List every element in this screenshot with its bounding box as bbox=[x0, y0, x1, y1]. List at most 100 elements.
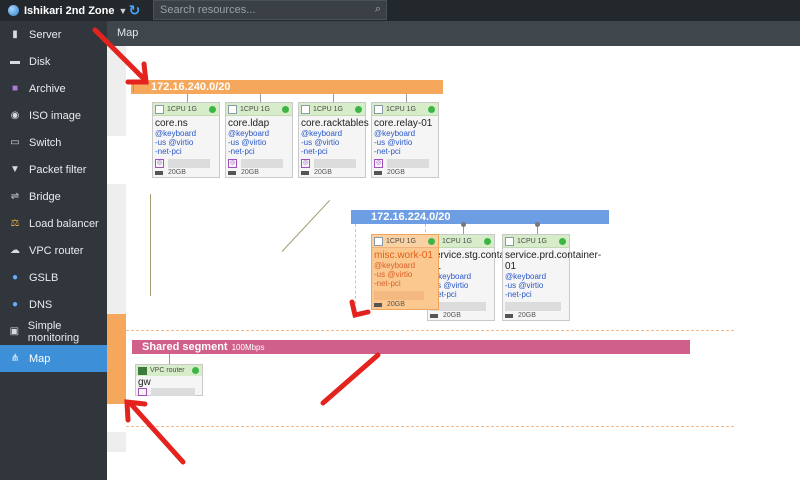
segment-bar[interactable]: 172.16.240.0/20 bbox=[131, 80, 443, 94]
disk-size: 20GB bbox=[387, 301, 405, 308]
server-icon bbox=[505, 236, 514, 246]
disk-icon bbox=[505, 313, 513, 318]
lane-strip bbox=[107, 46, 126, 136]
server-tag: -us @virtio bbox=[155, 138, 194, 147]
server-tag: -net-pci bbox=[301, 147, 328, 156]
server-name: core.relay-01 bbox=[374, 118, 433, 129]
server-spec: 1CPU 1G bbox=[167, 105, 197, 113]
sidebar-item-simple-monitoring[interactable]: ▣ Simple monitoring bbox=[0, 318, 107, 345]
zone-label: Ishikari 2nd Zone bbox=[24, 4, 115, 17]
server-tag: -us @virtio bbox=[505, 281, 544, 290]
server-disk: 20GB bbox=[372, 300, 438, 309]
lane-strip bbox=[107, 432, 126, 452]
server-media: ◎ bbox=[301, 158, 363, 168]
link-line bbox=[150, 194, 151, 296]
server-icon bbox=[155, 104, 164, 114]
connector-line bbox=[406, 94, 407, 102]
server-spec: 1CPU 1G bbox=[386, 237, 416, 245]
segment-bar[interactable]: 172.16.224.0/20 bbox=[351, 210, 609, 224]
status-dot-icon bbox=[355, 106, 362, 113]
server-card[interactable]: 1CPU 1G core.ldap @keyboard -us @virtio … bbox=[225, 102, 293, 178]
sidebar-item-label: VPC router bbox=[29, 244, 84, 257]
sidebar-item-vpc-router[interactable]: ☁ VPC router bbox=[0, 237, 107, 264]
server-icon bbox=[228, 104, 237, 114]
network-map[interactable]: 172.16.240.0/20 1CPU 1G core.ns @keyboar… bbox=[107, 46, 800, 480]
connector-line bbox=[169, 354, 170, 364]
server-tag: -us @virtio bbox=[374, 138, 413, 147]
shared-segment-bar[interactable]: Shared segment 100Mbps bbox=[132, 340, 690, 354]
vpc-router-card[interactable]: VPC router gw bbox=[135, 364, 203, 396]
zone-selector[interactable]: Ishikari 2nd Zone ▼ bbox=[8, 3, 127, 18]
connector-line bbox=[187, 94, 188, 102]
guide-line bbox=[355, 224, 356, 304]
search-icon[interactable]: ⌕ bbox=[375, 3, 381, 16]
refresh-icon[interactable]: ↻ bbox=[126, 2, 143, 19]
load-balancer-icon: ⚖ bbox=[10, 218, 20, 229]
server-spec: 1CPU 1G bbox=[240, 105, 270, 113]
redacted-block bbox=[151, 388, 195, 396]
sidebar-item-label: ISO image bbox=[29, 109, 81, 122]
sidebar-item-label: Map bbox=[29, 352, 51, 365]
redacted-block bbox=[505, 301, 561, 311]
search-input[interactable]: Search resources... ⌕ bbox=[153, 0, 387, 20]
guide-line bbox=[126, 426, 734, 427]
connector-line bbox=[260, 94, 261, 102]
connector-knob bbox=[461, 222, 466, 227]
server-disk: 20GB bbox=[299, 168, 365, 177]
router-spec: VPC router bbox=[150, 367, 185, 374]
server-tag: @keyboard bbox=[228, 129, 270, 138]
segment-label: 172.16.240.0/20 bbox=[151, 81, 231, 93]
spec-bar: 1CPU 1G bbox=[299, 103, 365, 116]
sidebar-item-switch[interactable]: ▭ Switch bbox=[0, 129, 107, 156]
cdrom-icon: ◎ bbox=[228, 158, 237, 168]
segment-bandwidth: 100Mbps bbox=[231, 343, 265, 352]
status-dot-icon bbox=[428, 106, 435, 113]
server-spec: 1CPU 1G bbox=[442, 237, 472, 245]
sidebar-item-iso-image[interactable]: ◉ ISO image bbox=[0, 102, 107, 129]
disk-icon bbox=[374, 302, 382, 307]
disk-size: 20GB bbox=[387, 169, 405, 176]
sidebar-item-load-balancer[interactable]: ⚖ Load balancer bbox=[0, 210, 107, 237]
server-name: core.ldap bbox=[228, 118, 270, 129]
monitoring-icon: ▣ bbox=[9, 326, 20, 337]
disk-size: 20GB bbox=[314, 169, 332, 176]
segment-label: Shared segment bbox=[142, 341, 228, 353]
page-title-bar: Map bbox=[107, 21, 800, 46]
server-card-selected[interactable]: 1CPU 1G misc.work-01 @keyboard -us @virt… bbox=[371, 234, 439, 310]
server-card[interactable]: 1CPU 1G core.ns @keyboard -us @virtio -n… bbox=[152, 102, 220, 178]
sidebar-item-map[interactable]: ⋔ Map bbox=[0, 345, 107, 372]
server-tag: -us @virtio bbox=[374, 270, 413, 279]
sidebar-item-label: Packet filter bbox=[29, 163, 87, 176]
globe-icon bbox=[8, 5, 19, 16]
sidebar-item-packet-filter[interactable]: ▼ Packet filter bbox=[0, 156, 107, 183]
disk-icon: ▬ bbox=[10, 56, 20, 67]
server-disk: 20GB bbox=[372, 168, 438, 177]
sidebar-item-bridge[interactable]: ⇌ Bridge bbox=[0, 183, 107, 210]
router-media bbox=[138, 388, 200, 396]
server-card[interactable]: 1CPU 1G service.prd.container-01 @keyboa… bbox=[502, 234, 601, 321]
status-dot-icon bbox=[282, 106, 289, 113]
sidebar-item-archive[interactable]: ■ Archive bbox=[0, 75, 107, 102]
sidebar-item-disk[interactable]: ▬ Disk bbox=[0, 48, 107, 75]
sidebar-item-server[interactable]: ▮ Server bbox=[0, 21, 107, 48]
map-icon: ⋔ bbox=[10, 353, 20, 364]
spec-bar: 1CPU 1G bbox=[226, 103, 292, 116]
sidebar-item-gslb[interactable]: ● GSLB bbox=[0, 264, 107, 291]
server-name: core.ns bbox=[155, 118, 188, 129]
sidebar-item-dns[interactable]: ● DNS bbox=[0, 291, 107, 318]
connector-knob bbox=[535, 222, 540, 227]
sidebar-item-label: Bridge bbox=[29, 190, 61, 203]
server-media bbox=[374, 290, 436, 300]
server-name: core.racktables bbox=[301, 118, 369, 129]
server-tag: -us @virtio bbox=[228, 138, 267, 147]
server-card[interactable]: 1CPU 1G core.racktables @keyboard -us @v… bbox=[298, 102, 369, 178]
server-card[interactable]: 1CPU 1G core.relay-01 @keyboard -us @vir… bbox=[371, 102, 439, 178]
spec-bar: 1CPU 1G bbox=[503, 235, 569, 248]
redacted-block bbox=[374, 290, 424, 300]
dns-icon: ● bbox=[11, 299, 19, 310]
server-tag: @keyboard bbox=[374, 129, 416, 138]
server-tag: -net-pci bbox=[374, 147, 401, 156]
sidebar-item-label: Archive bbox=[29, 82, 66, 95]
spec-bar: 1CPU 1G bbox=[372, 235, 438, 248]
top-bar: Ishikari 2nd Zone ▼ ↻ Search resources..… bbox=[0, 0, 800, 21]
